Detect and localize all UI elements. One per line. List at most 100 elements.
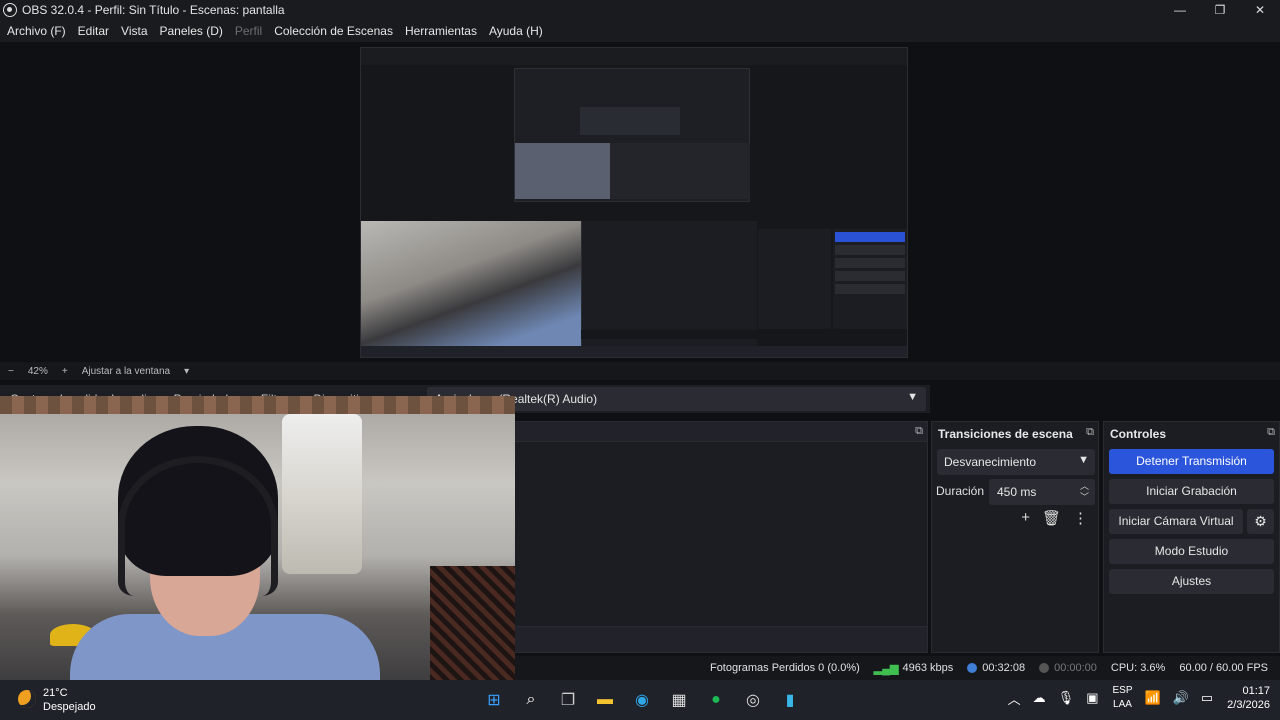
transition-select[interactable]: Desvanecimiento ▼	[937, 449, 1095, 475]
chevron-up-icon[interactable]: ︿	[1008, 689, 1021, 708]
start-recording-button[interactable]: Iniciar Grabación	[1109, 479, 1274, 504]
stop-stream-button[interactable]: Detener Transmisión	[1109, 449, 1274, 474]
menu-vista[interactable]: Vista	[121, 24, 147, 38]
stream-time: 00:32:08	[982, 662, 1026, 674]
menu-herramientas[interactable]: Herramientas	[405, 24, 477, 38]
duration-value: 450 ms	[997, 485, 1037, 499]
zoom-out-button[interactable]: −	[8, 366, 14, 377]
undock-icon[interactable]: ⧉	[1086, 426, 1094, 439]
cloud-icon[interactable]: ☁	[1033, 690, 1046, 706]
menu-coleccion[interactable]: Colección de Escenas	[274, 24, 393, 38]
audio-mixer-dock: ⧉	[514, 421, 928, 653]
nested-studio-mode	[835, 271, 905, 281]
record-time: 00:00:00	[1054, 662, 1097, 674]
window-title: OBS 32.0.4 - Perfil: Sin Título - Escena…	[22, 3, 285, 17]
webcam-headset	[118, 456, 278, 596]
nested-virtual-cam	[835, 258, 905, 268]
zoom-level: 42%	[27, 365, 48, 377]
signal-bars-icon: ▂▄▆	[873, 662, 899, 675]
webcam-appliance	[282, 414, 362, 574]
studio-mode-button[interactable]: Modo Estudio	[1109, 539, 1274, 564]
record-timer: 00:00:00	[1039, 662, 1097, 674]
controls-title: Controles	[1110, 427, 1167, 441]
start-virtual-camera-button[interactable]: Iniciar Cámara Virtual	[1109, 509, 1243, 534]
nested-deep-panels	[610, 143, 750, 199]
battery-icon[interactable]: ▭	[1201, 690, 1213, 706]
nested-tiny-preview	[580, 107, 680, 135]
display-icon[interactable]: ▣	[1086, 690, 1098, 706]
menu-ayuda[interactable]: Ayuda (H)	[489, 24, 543, 38]
duration-input[interactable]: 450 ms ︿ ﹀	[989, 479, 1095, 505]
bitrate-indicator: ▂▄▆ 4963 kbps	[874, 662, 953, 675]
preview-zoom-bar: − 42% + Ajustar a la ventana ▾	[0, 362, 1280, 380]
obs-taskbar-icon[interactable]: ◎	[739, 686, 767, 714]
trash-icon[interactable]: 🗑	[1042, 509, 1061, 527]
search-icon[interactable]: ⌕	[517, 686, 545, 714]
nested-status-bar	[581, 330, 907, 339]
transitions-title: Transiciones de escena	[938, 427, 1073, 441]
virtual-camera-settings-button[interactable]: ⚙	[1247, 509, 1274, 534]
edge-icon[interactable]: ◉	[628, 686, 656, 714]
windows-start-icon[interactable]: ⊞	[480, 686, 508, 714]
microphone-icon[interactable]: 🎙	[1058, 690, 1075, 706]
windows-taskbar: 21°C Despejado ⊞ ⌕ ❐ ▬ ◉ ▦ ● ◎ ▮ ︿ ☁ 🎙 ▣…	[0, 680, 1280, 720]
weather-widget[interactable]: 21°C Despejado	[43, 686, 96, 714]
cpu-usage: CPU: 3.6%	[1110, 662, 1166, 674]
preview-recursive-capture	[360, 47, 908, 358]
menu-paneles[interactable]: Paneles (D)	[160, 24, 223, 38]
zoom-in-button[interactable]: +	[62, 366, 68, 377]
bitrate-value: 4963 kbps	[902, 662, 954, 674]
clock[interactable]: 01:17 2/3/2026	[1227, 684, 1270, 712]
minimize-button[interactable]: —	[1160, 0, 1200, 20]
panel-title: Controles ⧉	[1104, 422, 1279, 444]
file-explorer-icon[interactable]: ▬	[591, 686, 619, 714]
webcam-overlay	[0, 396, 515, 688]
maximize-button[interactable]: ❐	[1200, 0, 1240, 20]
store-icon[interactable]: ▦	[665, 686, 693, 714]
app-taskbar-icon[interactable]: ▮	[776, 686, 804, 714]
clock-time: 01:17	[1242, 685, 1270, 697]
task-view-icon[interactable]: ❐	[554, 686, 582, 714]
clock-date: 2/3/2026	[1227, 699, 1270, 711]
fit-window-label[interactable]: Ajustar a la ventana	[82, 366, 170, 377]
language-indicator[interactable]: ESP LAA	[1112, 684, 1132, 712]
nested-settings	[835, 284, 905, 294]
dropped-frames: Fotogramas Perdidos 0 (0.0%)	[709, 662, 860, 674]
spotify-icon[interactable]: ●	[702, 686, 730, 714]
system-tray: ︿ ☁ 🎙 ▣ ESP LAA 📶 🔊 ▭ 01:17 2/3/2026	[996, 684, 1270, 712]
menu-bar: Archivo (F) Editar Vista Paneles (D) Per…	[0, 20, 1280, 42]
close-button[interactable]: ✕	[1240, 0, 1280, 20]
weather-moon-icon[interactable]	[18, 690, 36, 708]
menu-perfil[interactable]: Perfil	[235, 24, 262, 38]
chevron-down-icon: ▼	[907, 391, 918, 403]
nested-dock	[581, 221, 757, 346]
undock-icon[interactable]: ⧉	[915, 425, 923, 438]
nested-stop-stream	[835, 232, 905, 242]
nested-menu-bar	[361, 57, 907, 65]
transition-tools: + 🗑 ⋮	[1021, 509, 1088, 527]
fps-readout: 60.00 / 60.00 FPS	[1179, 662, 1268, 674]
nested-taskbar	[361, 346, 907, 357]
dock-toolbar	[515, 626, 927, 652]
obs-logo-icon	[3, 3, 17, 17]
more-options-icon[interactable]: ⋮	[1073, 509, 1088, 527]
panel-title: Transiciones de escena ⧉	[932, 422, 1098, 444]
chevron-up-icon[interactable]: ︿	[1080, 481, 1089, 492]
fit-window-chevron-icon[interactable]: ▾	[184, 366, 189, 377]
language-code: ESP	[1112, 685, 1133, 696]
dock-header	[515, 422, 927, 442]
undock-icon[interactable]: ⧉	[1267, 426, 1275, 439]
stream-status-icon	[967, 663, 978, 673]
nested-controls	[833, 229, 907, 329]
wifi-icon[interactable]: 📶	[1145, 690, 1161, 706]
settings-button[interactable]: Ajustes	[1109, 569, 1274, 594]
chevron-down-icon[interactable]: ﹀	[1080, 492, 1089, 503]
add-transition-icon[interactable]: +	[1021, 509, 1030, 527]
volume-icon[interactable]: 🔊	[1173, 690, 1189, 706]
keyboard-layout: LAA	[1113, 699, 1132, 710]
title-bar: OBS 32.0.4 - Perfil: Sin Título - Escena…	[0, 0, 1280, 20]
menu-editar[interactable]: Editar	[78, 24, 109, 38]
window-controls: — ❐ ✕	[1160, 0, 1280, 20]
menu-archivo[interactable]: Archivo (F)	[7, 24, 66, 38]
duration-stepper[interactable]: ︿ ﹀	[1080, 481, 1089, 503]
